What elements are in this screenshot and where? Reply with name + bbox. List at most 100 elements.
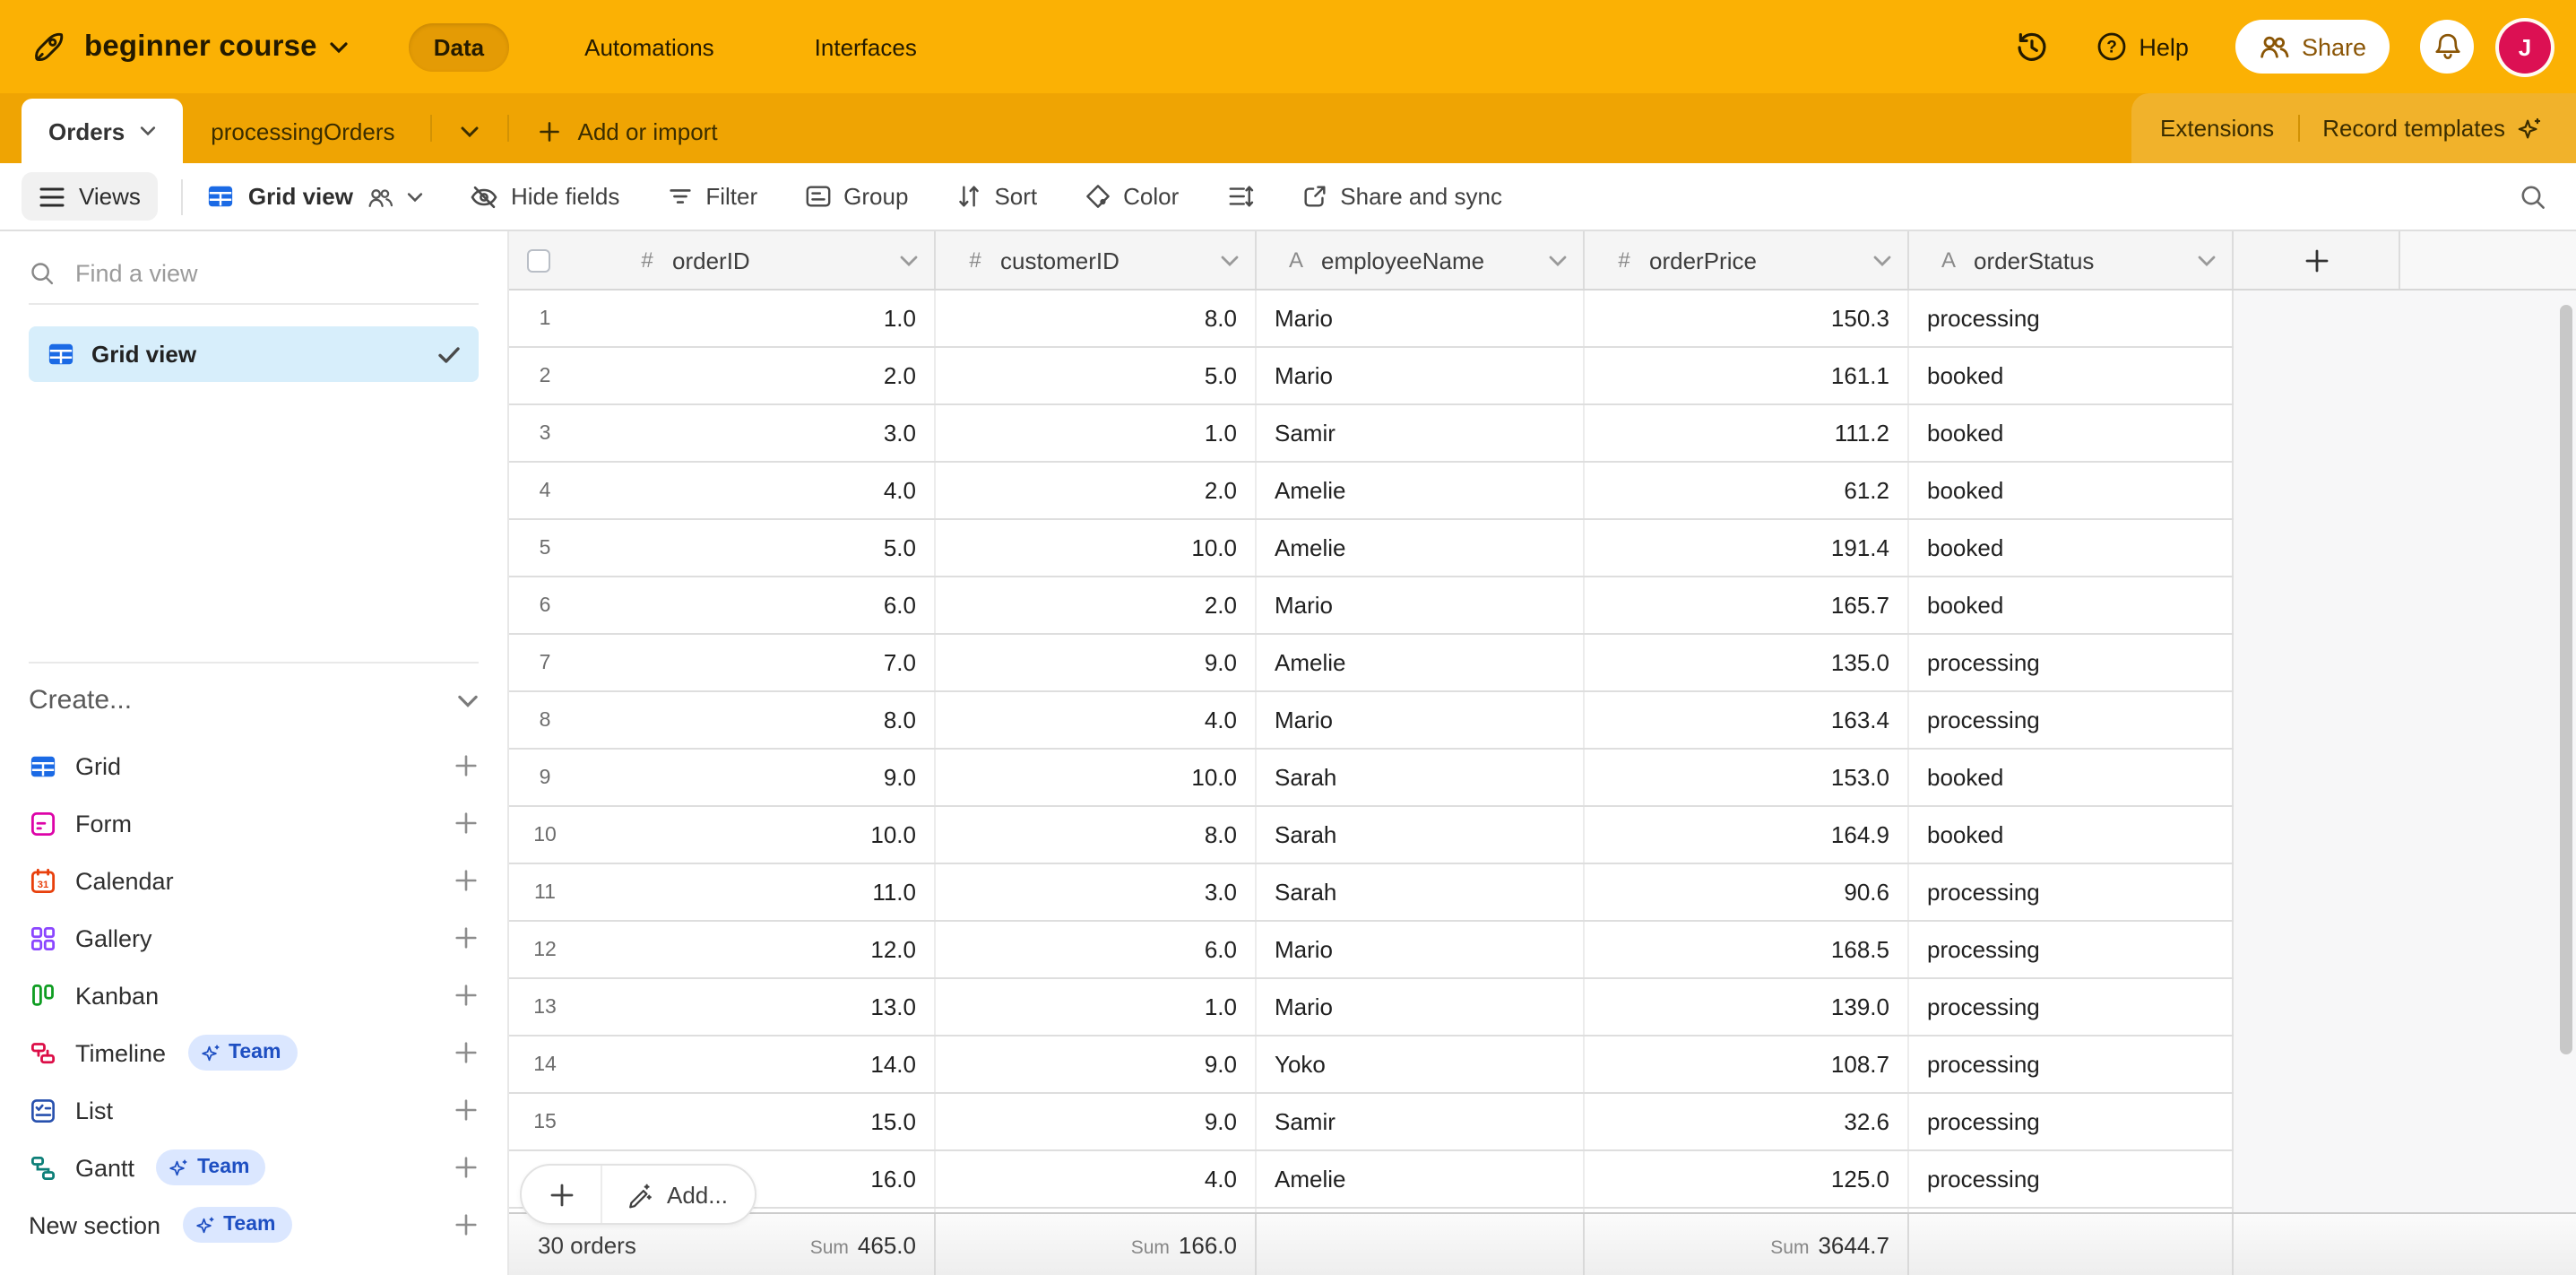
table-row[interactable]: 1414.09.0Yoko108.7processing: [509, 1036, 2234, 1094]
history-icon[interactable]: [2015, 30, 2049, 64]
cell-customerID[interactable]: 5.0: [936, 348, 1257, 403]
tab-processing-orders[interactable]: processingOrders: [182, 99, 423, 163]
share-and-sync-button[interactable]: Share and sync: [1301, 183, 1502, 210]
cell-orderPrice[interactable]: 165.7: [1585, 577, 1909, 633]
user-avatar[interactable]: J: [2499, 21, 2551, 73]
plus-icon[interactable]: [454, 1212, 479, 1237]
cell-orderID[interactable]: 1414.0: [509, 1036, 936, 1092]
plus-icon[interactable]: [454, 1040, 479, 1065]
group-button[interactable]: Group: [804, 183, 908, 210]
cell-orderStatus[interactable]: booked: [1909, 348, 2234, 403]
cell-orderID[interactable]: 1111.0: [509, 864, 936, 920]
cell-customerID[interactable]: 4.0: [936, 1151, 1257, 1207]
grid-view-switcher[interactable]: Grid view: [207, 183, 423, 210]
help-button[interactable]: ? Help: [2096, 30, 2189, 63]
create-item-form[interactable]: Form: [0, 794, 507, 852]
cell-orderStatus[interactable]: booked: [1909, 463, 2234, 518]
color-button[interactable]: Color: [1084, 183, 1179, 210]
select-all-checkbox[interactable]: [527, 248, 550, 272]
create-item-calendar[interactable]: 31 Calendar: [0, 852, 507, 909]
cell-employeeName[interactable]: Sarah: [1257, 750, 1585, 805]
chevron-down-icon[interactable]: [2198, 254, 2216, 266]
cell-customerID[interactable]: 9.0: [936, 1094, 1257, 1149]
create-section-header[interactable]: Create...: [29, 685, 479, 716]
views-button[interactable]: Views: [22, 172, 159, 221]
cell-employeeName[interactable]: Amelie: [1257, 1151, 1585, 1207]
cell-orderPrice[interactable]: 163.4: [1585, 692, 1909, 748]
cell-orderID[interactable]: 66.0: [509, 577, 936, 633]
cell-customerID[interactable]: 10.0: [936, 520, 1257, 576]
cell-orderID[interactable]: 11.0: [509, 291, 936, 346]
table-row[interactable]: 1616.04.0Amelie125.0processing: [509, 1151, 2234, 1209]
cell-customerID[interactable]: 8.0: [936, 291, 1257, 346]
cell-orderID[interactable]: 1212.0: [509, 922, 936, 977]
cell-orderStatus[interactable]: processing: [1909, 291, 2234, 346]
cell-orderID[interactable]: 33.0: [509, 405, 936, 461]
cell-orderPrice[interactable]: 125.0: [1585, 1151, 1909, 1207]
chevron-down-icon[interactable]: [330, 40, 348, 53]
cell-orderPrice[interactable]: 111.2: [1585, 405, 1909, 461]
cell-orderStatus[interactable]: processing: [1909, 635, 2234, 690]
hide-fields-button[interactable]: Hide fields: [470, 182, 619, 211]
table-row[interactable]: 1010.08.0Sarah164.9booked: [509, 807, 2234, 864]
create-item-kanban[interactable]: Kanban: [0, 967, 507, 1024]
sidebar-view-grid-view[interactable]: Grid view: [29, 326, 479, 382]
cell-orderPrice[interactable]: 153.0: [1585, 750, 1909, 805]
cell-orderStatus[interactable]: processing: [1909, 979, 2234, 1035]
plus-icon[interactable]: [454, 868, 479, 893]
cell-orderID[interactable]: 77.0: [509, 635, 936, 690]
extensions-button[interactable]: Extensions: [2160, 115, 2274, 142]
base-title[interactable]: beginner course: [84, 30, 317, 64]
cell-customerID[interactable]: 6.0: [936, 922, 1257, 977]
row-height-button[interactable]: [1225, 183, 1254, 210]
create-item-gallery[interactable]: Gallery: [0, 909, 507, 967]
chevron-down-icon[interactable]: [900, 254, 918, 266]
cell-employeeName[interactable]: Amelie: [1257, 520, 1585, 576]
add-field-button[interactable]: [2234, 231, 2400, 289]
vertical-scrollbar[interactable]: [2560, 305, 2572, 1054]
cell-orderID[interactable]: 22.0: [509, 348, 936, 403]
cell-orderPrice[interactable]: 191.4: [1585, 520, 1909, 576]
table-row[interactable]: 88.04.0Mario163.4processing: [509, 692, 2234, 750]
cell-orderStatus[interactable]: booked: [1909, 807, 2234, 863]
cell-orderPrice[interactable]: 168.5: [1585, 922, 1909, 977]
add-record-button[interactable]: Add...: [520, 1164, 756, 1225]
cell-customerID[interactable]: 4.0: [936, 692, 1257, 748]
cell-employeeName[interactable]: Amelie: [1257, 463, 1585, 518]
chevron-down-icon[interactable]: [1549, 254, 1567, 266]
plus-icon[interactable]: [454, 983, 479, 1008]
table-row[interactable]: 1313.01.0Mario139.0processing: [509, 979, 2234, 1036]
notifications-button[interactable]: [2420, 20, 2474, 74]
nav-tab-automations[interactable]: Automations: [559, 22, 739, 71]
cell-orderID[interactable]: 1010.0: [509, 807, 936, 863]
cell-employeeName[interactable]: Yoko: [1257, 1036, 1585, 1092]
table-row[interactable]: 99.010.0Sarah153.0booked: [509, 750, 2234, 807]
cell-orderStatus[interactable]: processing: [1909, 1094, 2234, 1149]
table-row[interactable]: 33.01.0Samir111.2booked: [509, 405, 2234, 463]
column-header-customerID[interactable]: # customerID: [936, 231, 1257, 289]
plus-icon[interactable]: [454, 1155, 479, 1180]
cell-orderStatus[interactable]: booked: [1909, 577, 2234, 633]
sort-button[interactable]: Sort: [955, 183, 1037, 210]
cell-employeeName[interactable]: Mario: [1257, 692, 1585, 748]
nav-tab-data[interactable]: Data: [409, 22, 509, 71]
column-header-employeeName[interactable]: A employeeName: [1257, 231, 1585, 289]
cell-orderPrice[interactable]: 90.6: [1585, 864, 1909, 920]
plus-icon[interactable]: [454, 753, 479, 778]
cell-orderID[interactable]: 88.0: [509, 692, 936, 748]
cell-employeeName[interactable]: Amelie: [1257, 635, 1585, 690]
table-row[interactable]: 55.010.0Amelie191.4booked: [509, 520, 2234, 577]
cell-orderID[interactable]: 55.0: [509, 520, 936, 576]
plus-icon[interactable]: [454, 925, 479, 950]
chevron-down-icon[interactable]: [1221, 254, 1239, 266]
cell-orderStatus[interactable]: booked: [1909, 520, 2234, 576]
cell-orderID[interactable]: 1313.0: [509, 979, 936, 1035]
table-row[interactable]: 22.05.0Mario161.1booked: [509, 348, 2234, 405]
cell-orderStatus[interactable]: processing: [1909, 692, 2234, 748]
find-view-search[interactable]: Find a view: [29, 249, 479, 305]
plus-icon[interactable]: [454, 811, 479, 836]
summary-cell-orderPrice[interactable]: Sum 3644.7: [1585, 1214, 1909, 1275]
summary-cell-orderStatus[interactable]: [1909, 1214, 2234, 1275]
tables-dropdown-button[interactable]: [440, 99, 501, 163]
chevron-down-icon[interactable]: [1873, 254, 1891, 266]
